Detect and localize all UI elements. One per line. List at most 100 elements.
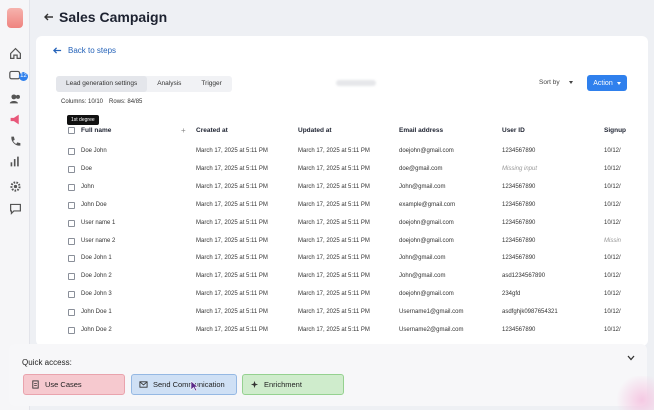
cell-signup: 10/12/ xyxy=(604,165,621,172)
cell-signup: 10/12/ xyxy=(604,201,621,208)
back-arrow-icon[interactable] xyxy=(43,11,55,23)
use-cases-label: Use Cases xyxy=(45,380,82,389)
table-row[interactable]: Doe March 17, 2025 at 5:11 PM March 17, 20… xyxy=(66,161,648,179)
quick-access-panel: Quick access: Use Cases Send Communicati… xyxy=(9,344,647,406)
table-row[interactable]: Doe John 2 March 17, 2025 at 5:11 PM March… xyxy=(66,268,648,286)
cell-signup: 10/12/ xyxy=(604,327,621,333)
quick-access-title: Quick access: xyxy=(22,358,72,367)
cell-user-id: 1234567890 xyxy=(502,237,536,244)
campaign-icon[interactable] xyxy=(7,111,23,127)
cell-signup: 10/12/ xyxy=(604,219,621,226)
tab-bar: Lead generation settings Analysis Trigge… xyxy=(56,76,232,92)
table-row[interactable]: User name 2 March 17, 2025 at 5:11 PM Marc… xyxy=(66,233,648,251)
row-checkbox[interactable] xyxy=(68,309,75,317)
cell-full-name: Doe John 2 xyxy=(81,273,112,280)
col-email-address[interactable]: Email address xyxy=(399,127,443,134)
table-row[interactable]: Doe John 1 March 17, 2025 at 5:11 PM March… xyxy=(66,250,648,268)
settings-gear-icon[interactable] xyxy=(7,178,23,194)
cell-email: example@gmail.com xyxy=(399,201,456,208)
cell-updated-at: March 17, 2025 at 5:11 PM xyxy=(298,165,370,172)
cell-user-id: 234gfd xyxy=(502,291,521,298)
table-row[interactable]: Doe John 3 March 17, 2025 at 5:11 PM March… xyxy=(66,286,648,304)
cell-created-at: March 17, 2025 at 5:11 PM xyxy=(196,165,268,172)
cell-updated-at: March 17, 2025 at 5:11 PM xyxy=(298,309,370,316)
document-icon xyxy=(32,380,39,389)
cell-email: doejohn@gmail.com xyxy=(399,291,454,298)
sort-by-dropdown[interactable]: Sort by xyxy=(539,79,573,86)
cell-full-name: John Doe 2 xyxy=(81,327,112,333)
app-logo xyxy=(7,8,23,28)
back-to-steps-link[interactable]: Back to steps xyxy=(53,46,116,55)
use-cases-button[interactable]: Use Cases xyxy=(23,374,125,395)
home-icon[interactable] xyxy=(7,45,23,61)
cell-full-name: Doe John xyxy=(81,148,107,154)
table-row[interactable]: John Doe March 17, 2025 at 5:11 PM March 1… xyxy=(66,197,648,215)
select-all-checkbox[interactable] xyxy=(68,127,75,134)
cell-signup: 10/12/ xyxy=(604,183,621,190)
row-checkbox[interactable] xyxy=(68,201,75,209)
col-full-name[interactable]: Full name xyxy=(81,127,111,134)
cell-email: Username1@gmail.com xyxy=(399,309,464,316)
cell-full-name: Doe John 1 xyxy=(81,255,112,262)
tab-analysis[interactable]: Analysis xyxy=(147,76,191,92)
cell-created-at: March 17, 2025 at 5:11 PM xyxy=(196,255,268,262)
col-created-at[interactable]: Created at xyxy=(196,127,228,134)
cell-updated-at: March 17, 2025 at 5:11 PM xyxy=(298,255,370,262)
table-header: Full name + Created at Updated at Email … xyxy=(66,126,648,138)
col-signup[interactable]: Signup xyxy=(604,127,626,134)
add-column-icon[interactable]: + xyxy=(181,126,186,135)
action-label: Action xyxy=(593,79,613,87)
row-checkbox[interactable] xyxy=(68,148,75,155)
table-row[interactable]: User name 1 March 17, 2025 at 5:11 PM Marc… xyxy=(66,215,648,233)
cell-email: Username2@gmail.com xyxy=(399,327,464,333)
sparkle-icon xyxy=(250,380,259,389)
table-row[interactable]: John March 17, 2025 at 5:11 PM March 17, 2… xyxy=(66,179,648,197)
mouse-cursor-icon xyxy=(190,380,199,392)
analytics-icon[interactable] xyxy=(7,153,23,169)
table-row[interactable]: Doe John March 17, 2025 at 5:11 PM March 1… xyxy=(66,143,648,161)
cell-full-name: John xyxy=(81,183,95,190)
phone-icon[interactable] xyxy=(7,133,23,149)
cell-user-id: 1234567890 xyxy=(502,183,536,190)
rows-count: Rows: 84/85 xyxy=(109,99,143,105)
cell-user-id: 1234567890 xyxy=(502,327,536,333)
col-user-id[interactable]: User ID xyxy=(502,127,525,134)
table-row[interactable]: John Doe 1 March 17, 2025 at 5:11 PM March… xyxy=(66,304,648,322)
send-communication-button[interactable]: Send Communication xyxy=(131,374,237,395)
users-icon[interactable] xyxy=(7,90,23,106)
tab-lead-generation-settings[interactable]: Lead generation settings xyxy=(56,76,148,92)
cell-user-id: 1234567890 xyxy=(502,201,536,208)
cell-email: doejohn@gmail.com xyxy=(399,219,454,226)
cell-updated-at: March 17, 2025 at 5:11 PM xyxy=(298,183,370,190)
cell-updated-at: March 17, 2025 at 5:11 PM xyxy=(298,327,370,333)
row-checkbox[interactable] xyxy=(68,273,75,281)
chat-icon[interactable] xyxy=(7,200,23,216)
tab-trigger[interactable]: Trigger xyxy=(191,76,231,92)
col-updated-at[interactable]: Updated at xyxy=(298,127,332,134)
cell-email: John@gmail.com xyxy=(399,273,446,280)
chevron-down-icon[interactable] xyxy=(627,354,635,362)
action-button[interactable]: Action xyxy=(587,75,627,91)
cell-created-at: March 17, 2025 at 5:11 PM xyxy=(196,273,268,280)
cell-user-id: 1234567890 xyxy=(502,219,536,226)
row-checkbox[interactable] xyxy=(68,219,75,227)
row-checkbox[interactable] xyxy=(68,237,75,245)
table-row[interactable]: John Doe 2 March 17, 2025 at 5:11 PM March… xyxy=(66,322,648,340)
row-checkbox[interactable] xyxy=(68,291,75,299)
chevron-down-icon xyxy=(616,81,621,85)
cell-email: doe@gmail.com xyxy=(399,165,443,172)
row-checkbox[interactable] xyxy=(68,183,75,191)
enrichment-button[interactable]: Enrichment xyxy=(242,374,344,395)
messages-icon[interactable]: 12 xyxy=(7,67,28,83)
row-checkbox[interactable] xyxy=(68,327,75,334)
cell-full-name: John Doe xyxy=(81,201,107,208)
row-checkbox[interactable] xyxy=(68,165,75,173)
cell-email: John@gmail.com xyxy=(399,183,446,190)
cell-user-id: 1234567890 xyxy=(502,255,536,262)
cell-updated-at: March 17, 2025 at 5:11 PM xyxy=(298,201,370,208)
row-checkbox[interactable] xyxy=(68,255,75,263)
cell-email: John@gmail.com xyxy=(399,255,446,262)
decorative-glow xyxy=(614,376,654,410)
cell-created-at: March 17, 2025 at 5:11 PM xyxy=(196,201,268,208)
blurred-placeholder xyxy=(336,80,376,86)
